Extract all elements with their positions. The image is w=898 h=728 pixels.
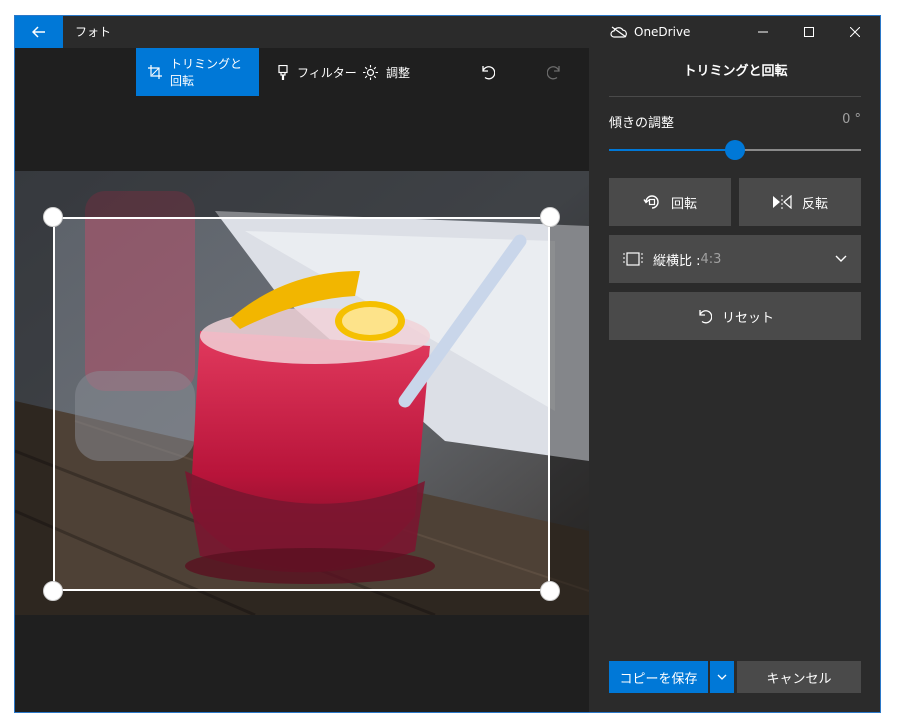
save-options-dropdown[interactable]	[710, 661, 734, 693]
tab-adjust-label: 調整	[386, 65, 411, 80]
back-button[interactable]	[15, 16, 63, 48]
redo-button[interactable]	[537, 48, 573, 96]
crop-rotate-panel: トリミングと回転 傾きの調整 0 ° 回転 反転 縦横比 : 4:3 リセット …	[589, 48, 880, 712]
back-arrow-icon	[32, 26, 46, 38]
crop-handle-top-right[interactable]	[540, 207, 560, 227]
slider-track	[735, 149, 861, 151]
save-copy-button[interactable]: コピーを保存	[609, 661, 708, 693]
chevron-down-icon	[835, 255, 847, 263]
crop-handle-top-left[interactable]	[43, 207, 63, 227]
straighten-value: 0 °	[842, 112, 861, 127]
image-editor: トリミングと回転 フィルター 調整	[15, 48, 589, 712]
aspect-ratio-label: 縦横比 :	[653, 253, 701, 269]
crop-rectangle[interactable]	[53, 217, 550, 591]
cancel-button[interactable]: キャンセル	[737, 661, 861, 693]
reset-button[interactable]: リセット	[609, 292, 861, 340]
flip-icon	[772, 195, 792, 209]
maximize-icon	[804, 27, 814, 37]
tab-crop-rotate[interactable]: トリミングと回転	[136, 48, 259, 96]
photos-app-window: フォト OneDrive トリミングと回転 フィルター 調整 トリミングと回転 …	[14, 15, 881, 713]
slider-track-filled	[609, 149, 735, 151]
rotate-button[interactable]: 回転	[609, 178, 731, 226]
flip-label: 反転	[801, 196, 828, 212]
onedrive-status[interactable]: OneDrive	[610, 16, 690, 48]
aspect-ratio-value: 4:3	[700, 251, 722, 267]
crop-handle-bottom-right[interactable]	[540, 581, 560, 601]
app-title: フォト	[75, 25, 112, 39]
redo-icon	[547, 64, 563, 80]
straighten-label: 傾きの調整	[609, 116, 675, 131]
filter-brush-icon	[277, 64, 289, 80]
rotate-label: 回転	[670, 196, 697, 212]
title-bar: フォト OneDrive	[15, 16, 880, 48]
panel-title: トリミングと回転	[683, 64, 788, 79]
chevron-down-icon	[717, 674, 727, 681]
flip-button[interactable]: 反転	[739, 178, 861, 226]
sun-icon	[363, 64, 378, 80]
tab-crop-rotate-label: トリミングと回転	[170, 57, 243, 88]
crop-handle-bottom-left[interactable]	[43, 581, 63, 601]
reset-icon	[696, 308, 712, 324]
aspect-ratio-dropdown[interactable]: 縦横比 : 4:3	[609, 235, 861, 283]
slider-thumb[interactable]	[725, 140, 745, 160]
undo-button[interactable]	[469, 48, 505, 96]
reset-label: リセット	[721, 310, 774, 326]
onedrive-label: OneDrive	[634, 25, 691, 39]
crop-icon	[148, 65, 162, 79]
rotate-icon	[643, 193, 661, 211]
maximize-button[interactable]	[786, 16, 832, 48]
close-button[interactable]	[832, 16, 878, 48]
cloud-icon	[610, 26, 628, 38]
panel-divider	[609, 96, 861, 97]
minimize-button[interactable]	[740, 16, 786, 48]
aspect-ratio-icon	[623, 252, 643, 266]
tab-adjust[interactable]: 調整	[351, 48, 422, 96]
tab-filter-label: フィルター	[297, 65, 357, 80]
minimize-icon	[758, 27, 768, 37]
close-icon	[850, 27, 860, 37]
edit-toolbar: トリミングと回転 フィルター 調整	[15, 48, 589, 96]
undo-icon	[479, 64, 495, 80]
